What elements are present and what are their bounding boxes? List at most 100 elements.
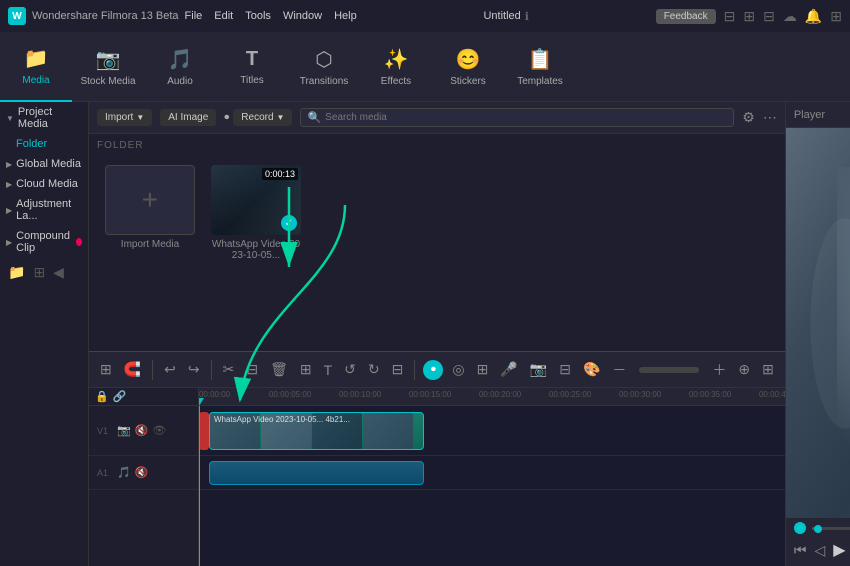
- search-input[interactable]: [325, 112, 727, 123]
- copy-icon[interactable]: ⊞: [297, 359, 315, 380]
- undo-icon[interactable]: ↩: [161, 359, 179, 380]
- video-track-mute-icon[interactable]: 🔇: [135, 424, 149, 437]
- plus-icon[interactable]: ＋: [709, 358, 729, 382]
- add-icon[interactable]: ⊞: [33, 264, 45, 281]
- text-icon[interactable]: T: [321, 360, 336, 380]
- toolbar-templates[interactable]: 📋 Templates: [504, 32, 576, 102]
- import-button[interactable]: Import ▼: [97, 109, 152, 126]
- toolbar-stickers[interactable]: 😊 Stickers: [432, 32, 504, 102]
- color-icon[interactable]: 🎨: [580, 359, 603, 380]
- effects-tl-icon[interactable]: ◎: [449, 359, 467, 380]
- cloud-media-item[interactable]: ▶ Cloud Media: [0, 174, 88, 194]
- cloud-icon[interactable]: ☁: [783, 8, 797, 25]
- tracks-area: WhatsApp Video 2023-10-05... 4b21...: [199, 406, 785, 566]
- ai-image-button[interactable]: AI Image: [160, 109, 216, 126]
- menu-help[interactable]: Help: [334, 10, 357, 22]
- scissors-icon[interactable]: ✂: [220, 359, 238, 380]
- audio-track-note-icon[interactable]: 🎵: [117, 466, 131, 479]
- toolbar-effects[interactable]: ✨ Effects: [360, 32, 432, 102]
- zoom-slider[interactable]: [639, 367, 699, 373]
- player-header: Player Full Quality ▼ ⊞: [786, 102, 850, 128]
- search-box[interactable]: 🔍: [300, 108, 734, 127]
- pip-icon[interactable]: ⊞: [474, 359, 492, 380]
- media-panel: Import ▼ AI Image ⏺ Record ▼ 🔍: [89, 102, 785, 351]
- split-icon[interactable]: ⊟: [243, 359, 261, 380]
- toolbar-media[interactable]: 📁 Media: [0, 32, 72, 102]
- camera-icon[interactable]: 📷: [527, 359, 550, 380]
- import-thumb[interactable]: +: [105, 165, 195, 235]
- play-icon[interactable]: ▶: [833, 540, 845, 560]
- video-clip[interactable]: WhatsApp Video 2023-10-05... 4b21...: [209, 412, 424, 450]
- magnet-icon[interactable]: 🧲: [121, 359, 144, 380]
- feedback-button[interactable]: Feedback: [656, 9, 716, 24]
- menu-tools[interactable]: Tools: [245, 10, 271, 22]
- bell-icon[interactable]: 🔔: [805, 8, 822, 25]
- media-toolbar: Import ▼ AI Image ⏺ Record ▼ 🔍: [89, 102, 785, 134]
- title-bar-left: W Wondershare Filmora 13 Beta File Edit …: [8, 7, 357, 25]
- timeline-ruler-area: 00:00:00 00:00:05:00 00:00:10:00 00:00:1…: [199, 388, 785, 566]
- skip-back-icon[interactable]: ⏮: [794, 542, 807, 559]
- project-media-section[interactable]: ▼ Project Media: [0, 102, 88, 134]
- import-media-item[interactable]: + Import Media: [105, 165, 195, 261]
- record-button[interactable]: Record ▼: [233, 109, 292, 126]
- record-btn-group[interactable]: ⏺ Record ▼: [224, 109, 292, 126]
- rotate-left-icon[interactable]: ↺: [341, 359, 359, 380]
- grid-icon[interactable]: ⊞: [830, 8, 842, 25]
- ruler-mark-7: 00:00:35:00: [689, 390, 731, 399]
- toolbar-separator-1: [152, 360, 153, 380]
- video-track-eye-icon[interactable]: 👁: [152, 424, 166, 437]
- whatsapp-video-item[interactable]: 0:00:13 ✓ WhatsApp Video 2023-10-05...: [211, 165, 301, 261]
- new-folder-icon[interactable]: 📁: [8, 264, 25, 281]
- compound-clip-item[interactable]: ▶ Compound Clip: [0, 226, 88, 258]
- folder-label: FOLDER: [89, 134, 785, 157]
- rotate-right-icon[interactable]: ↻: [365, 359, 383, 380]
- adjustment-layer-item[interactable]: ▶ Adjustment La...: [0, 194, 88, 226]
- global-media-label: Global Media: [16, 158, 81, 170]
- menu-file[interactable]: File: [185, 10, 203, 22]
- audio-track-mute-icon[interactable]: 🔇: [135, 466, 149, 479]
- timeline-ruler[interactable]: 00:00:00 00:00:05:00 00:00:10:00 00:00:1…: [199, 388, 785, 406]
- delete-icon[interactable]: 🗑: [267, 359, 291, 380]
- menu-window[interactable]: Window: [283, 10, 322, 22]
- playhead-triangle: [199, 398, 204, 406]
- main-content: ▼ Project Media Folder ▶ Global Media ▶ …: [0, 102, 850, 566]
- add-clip-icon[interactable]: ⊕: [735, 359, 753, 380]
- speed-icon[interactable]: ⊟: [556, 359, 574, 380]
- playhead[interactable]: [199, 406, 200, 566]
- minus-icon[interactable]: －: [609, 358, 629, 382]
- grid-tl-icon[interactable]: ⊞: [759, 359, 777, 380]
- minimize-icon[interactable]: ⊟: [724, 8, 736, 25]
- title-bar: W Wondershare Filmora 13 Beta File Edit …: [0, 0, 850, 32]
- menu-edit[interactable]: Edit: [214, 10, 233, 22]
- toolbar-stock-media[interactable]: 📷 Stock Media: [72, 32, 144, 102]
- chain-icon[interactable]: 🔗: [113, 390, 127, 403]
- global-media-item[interactable]: ▶ Global Media: [0, 154, 88, 174]
- toolbar-stickers-label: Stickers: [450, 76, 486, 87]
- toolbar-transitions[interactable]: ⬡ Transitions: [288, 32, 360, 102]
- lock-icon[interactable]: 🔒: [95, 390, 109, 403]
- transitions-icon: ⬡: [315, 47, 332, 72]
- time-slider[interactable]: [812, 527, 850, 530]
- voice-icon[interactable]: 🎤: [497, 359, 520, 380]
- sidebar-item-folder[interactable]: Folder: [0, 134, 88, 154]
- project-media-label: Project Media: [18, 106, 82, 130]
- add-track-icon[interactable]: ⊞: [97, 359, 115, 380]
- stickers-icon: 😊: [456, 47, 481, 72]
- record-active-btn[interactable]: ⏺: [423, 360, 443, 380]
- layout-icon[interactable]: ⊟: [763, 8, 775, 25]
- toolbar-audio[interactable]: 🎵 Audio: [144, 32, 216, 102]
- playhead-dot[interactable]: [794, 522, 806, 534]
- toolbar-titles[interactable]: T Titles: [216, 32, 288, 102]
- video-thumbnail[interactable]: 0:00:13 ✓: [211, 165, 301, 235]
- expand-icon[interactable]: ⊞: [743, 8, 755, 25]
- expand-icon[interactable]: ⊟: [389, 359, 407, 380]
- collapse-icon[interactable]: ◀: [53, 264, 64, 281]
- video-track-cam-icon[interactable]: 📷: [117, 424, 131, 437]
- app-name: Wondershare Filmora 13 Beta: [32, 10, 179, 22]
- audio-clip[interactable]: [209, 461, 424, 485]
- redo-icon[interactable]: ↪: [185, 359, 203, 380]
- more-options-icon[interactable]: ⋯: [763, 109, 777, 126]
- filter-icon[interactable]: ⚙: [742, 109, 755, 126]
- audio-track-row: [199, 456, 785, 490]
- prev-frame-icon[interactable]: ◁: [814, 542, 825, 559]
